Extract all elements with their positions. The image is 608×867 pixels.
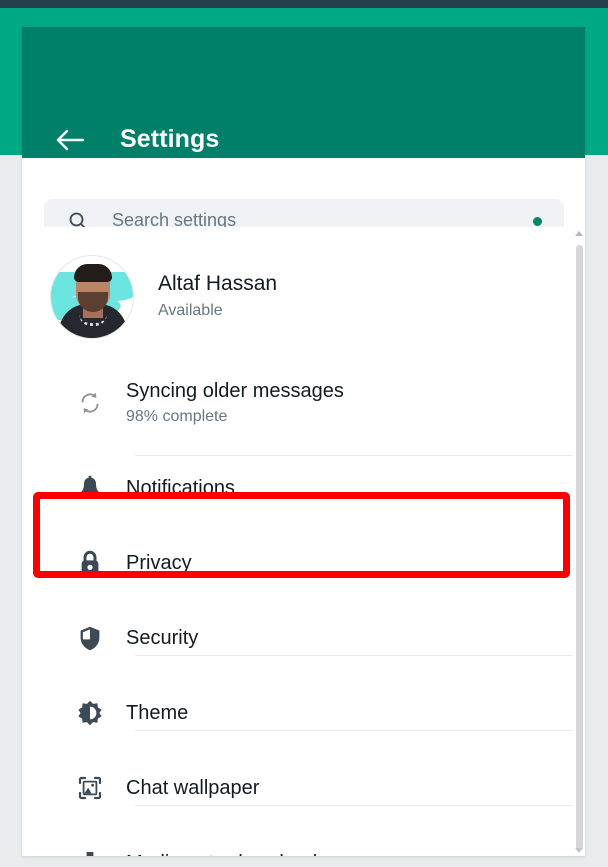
row-divider [135, 730, 585, 731]
settings-row-labels: Syncing older messages 98% complete [126, 378, 344, 428]
profile-name: Altaf Hassan [158, 272, 278, 295]
settings-row-title: Security [126, 627, 199, 649]
avatar [50, 254, 134, 339]
scroll-up-arrow-icon[interactable] [575, 231, 583, 236]
brightness-icon [70, 700, 110, 726]
settings-row-title: Syncing older messages [126, 380, 344, 402]
settings-row-privacy[interactable]: Privacy [22, 538, 562, 588]
settings-row-title: Media auto-download [126, 850, 317, 856]
app-screen: Settings Search settings Altaf Hassan Av… [0, 0, 608, 867]
settings-row-title: Chat wallpaper [126, 777, 260, 799]
os-title-strip [0, 0, 608, 8]
settings-header: Settings [22, 27, 585, 158]
profile-text: Altaf Hassan Available [158, 270, 277, 323]
shield-icon [70, 625, 110, 652]
row-divider [135, 655, 585, 656]
lock-icon [70, 550, 110, 577]
profile-status: Available [158, 302, 223, 319]
settings-row-labels: Security [126, 625, 198, 651]
green-status-dot [533, 217, 542, 226]
profile-row[interactable]: Altaf Hassan Available [22, 246, 562, 347]
download-arrow-icon [70, 850, 110, 856]
avatar-hair [74, 263, 112, 282]
settings-row-sublabel: 98% complete [126, 408, 228, 425]
settings-row-title: Notifications [126, 477, 235, 499]
row-divider [135, 455, 585, 456]
settings-list: Altaf Hassan Available Syncing older mes… [22, 227, 585, 856]
settings-row-labels: Chat wallpaper [126, 775, 259, 801]
settings-panel: Settings Search settings Altaf Hassan Av… [22, 27, 585, 856]
scrollbar-thumb[interactable] [576, 245, 583, 850]
settings-row-labels: Notifications [126, 475, 235, 501]
scroll-down-arrow-icon[interactable] [575, 848, 583, 853]
settings-row-labels: Theme [126, 700, 188, 726]
settings-row-title: Privacy [126, 552, 192, 574]
page-title: Settings [120, 125, 220, 153]
row-divider [135, 805, 585, 806]
bell-icon [70, 475, 110, 501]
settings-scrollbar[interactable] [573, 227, 585, 856]
settings-row-notifications[interactable]: Notifications [22, 463, 562, 513]
back-arrow-icon[interactable] [56, 127, 86, 153]
settings-row-syncing-older-messages[interactable]: Syncing older messages 98% complete [22, 367, 562, 439]
settings-row-labels: Media auto-download [126, 850, 317, 856]
sync-icon [70, 390, 110, 416]
settings-row-labels: Privacy [126, 550, 192, 576]
settings-row-media-auto-download[interactable]: Media auto-download [22, 838, 562, 856]
wallpaper-image-icon [70, 775, 110, 801]
settings-row-title: Theme [126, 702, 189, 724]
